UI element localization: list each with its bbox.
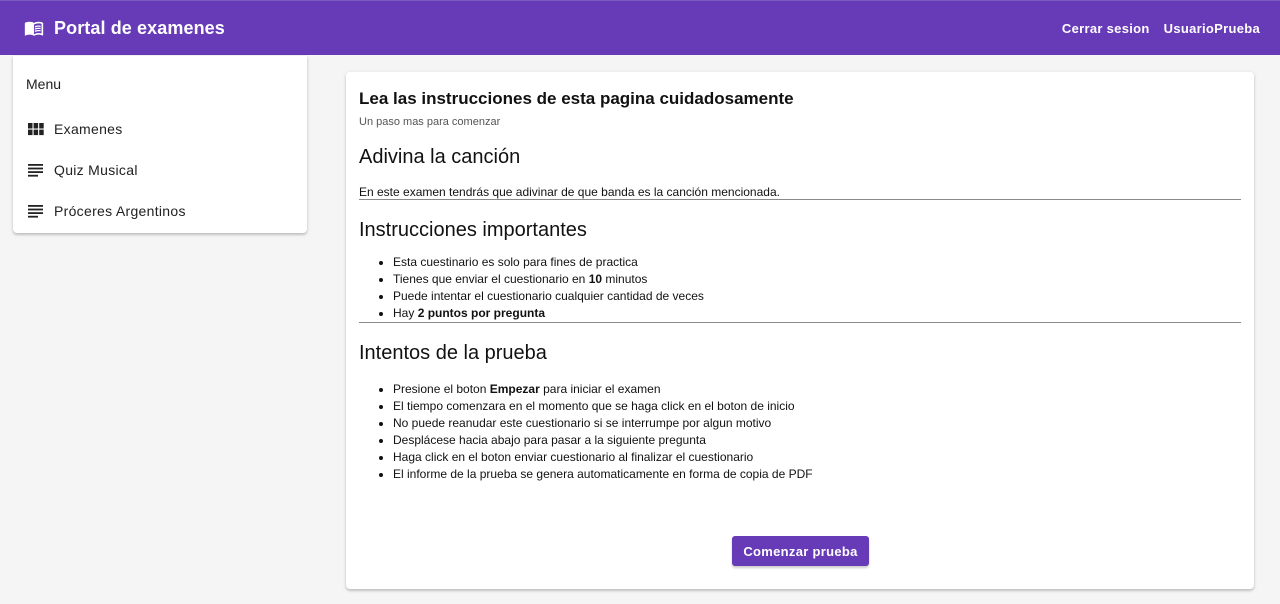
attempts-list: Presione el boton Empezar para iniciar e… (359, 381, 1241, 483)
list-item: Hay 2 puntos por pregunta (393, 305, 1241, 322)
page-subtitle: Un paso mas para comenzar (359, 116, 501, 128)
sidebar-item-label: Quiz Musical (54, 161, 138, 178)
top-app-bar: Portal de examenes Cerrar sesion Usuario… (0, 0, 1280, 55)
list-item: El tiempo comenzara en el momento que se… (393, 398, 1241, 415)
instructions-card: Lea las instrucciones de esta pagina cui… (346, 72, 1254, 589)
user-button[interactable]: UsuarioPrueba (1164, 21, 1260, 36)
brand[interactable]: Portal de examenes (24, 18, 225, 39)
attempts-heading: Intentos de la prueba (359, 342, 547, 364)
list-item: El informe de la prueba se genera automa… (393, 466, 1241, 483)
page-title: Lea las instrucciones de esta pagina cui… (359, 89, 794, 108)
grid-icon (28, 122, 44, 136)
sidebar-heading: Menu (26, 76, 62, 92)
notes-icon (28, 204, 44, 218)
sidebar-item-label: Próceres Argentinos (54, 202, 186, 219)
instructions-list: Esta cuestinario es solo para fines de p… (359, 254, 1241, 322)
exam-title: Adivina la canción (359, 146, 521, 168)
logout-button[interactable]: Cerrar sesion (1062, 21, 1150, 36)
divider (359, 322, 1241, 323)
app-title: Portal de examenes (54, 17, 225, 38)
list-item: Desplácese hacia abajo para pasar a la s… (393, 432, 1241, 449)
sidebar-item-quiz-musical[interactable]: Quiz Musical (13, 149, 307, 190)
sidebar: Menu Examenes Quiz Musical Próceres Arge… (13, 56, 307, 233)
list-item: Tienes que enviar el cuestionario en 10 … (393, 271, 1241, 288)
instructions-heading: Instrucciones importantes (359, 219, 587, 241)
sidebar-item-label: Examenes (54, 120, 123, 137)
list-item: No puede reanudar este cuestionario si s… (393, 415, 1241, 432)
list-item: Presione el boton Empezar para iniciar e… (393, 381, 1241, 398)
list-item: Esta cuestinario es solo para fines de p… (393, 254, 1241, 271)
exam-description: En este examen tendrás que adivinar de q… (359, 185, 780, 199)
book-icon (24, 18, 44, 38)
sidebar-item-proceres-argentinos[interactable]: Próceres Argentinos (13, 190, 307, 231)
list-item: Puede intentar el cuestionario cualquier… (393, 288, 1241, 305)
sidebar-item-examenes[interactable]: Examenes (13, 108, 307, 149)
divider (359, 199, 1241, 200)
list-item: Haga click en el boton enviar cuestionar… (393, 449, 1241, 466)
notes-icon (28, 163, 44, 177)
start-exam-button[interactable]: Comenzar prueba (732, 536, 869, 566)
